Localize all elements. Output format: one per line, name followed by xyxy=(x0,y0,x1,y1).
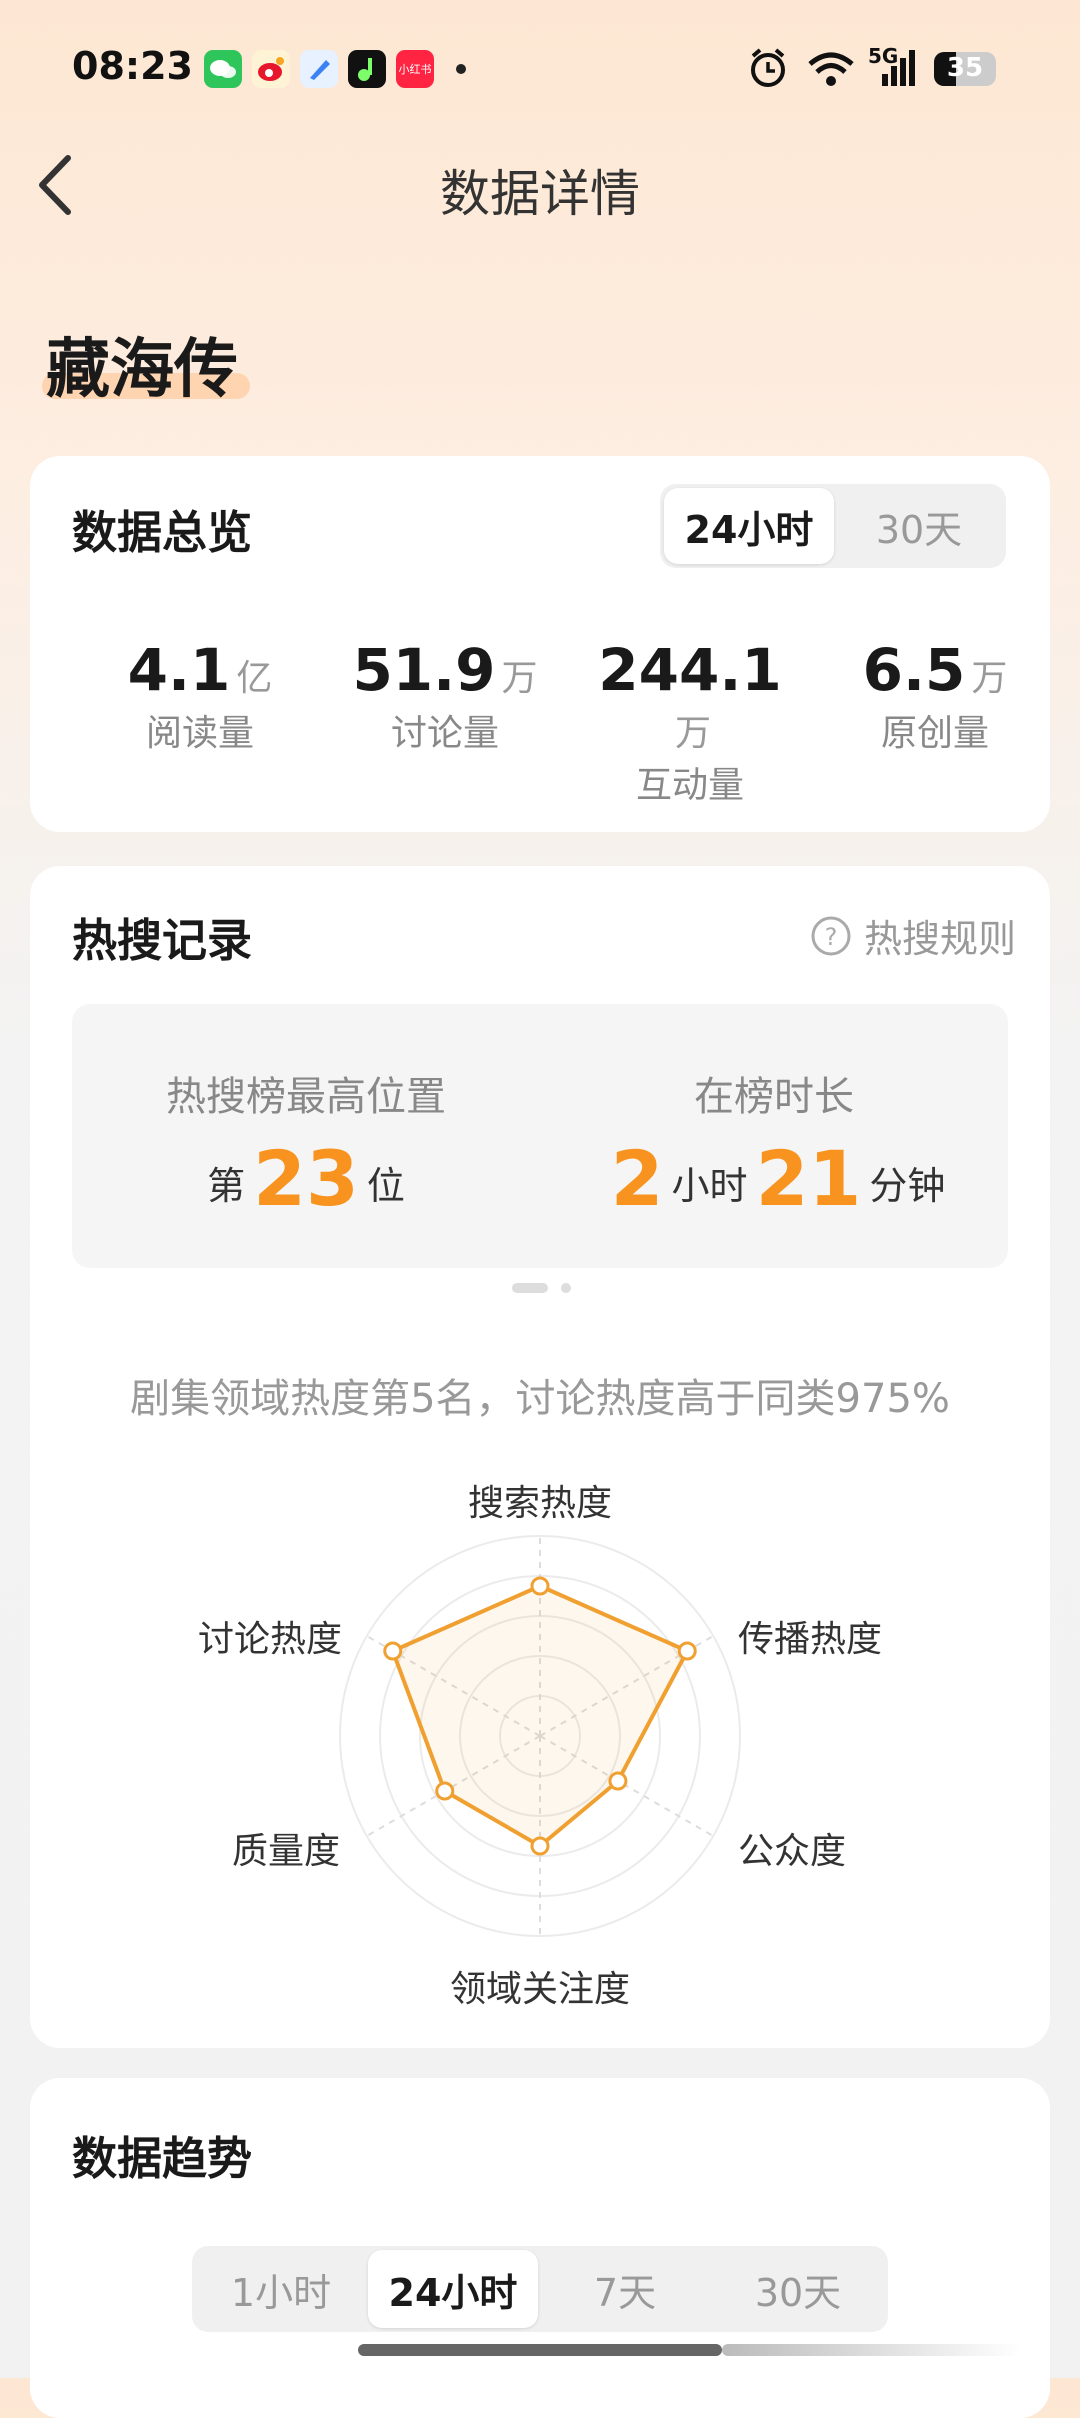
rank-number: 23 xyxy=(253,1134,359,1223)
radar-point xyxy=(608,1771,628,1791)
duration-minutes: 21 xyxy=(755,1134,862,1223)
hours-unit: 小时 xyxy=(671,1164,748,1208)
overview-range-tabs: 24小时 30天 xyxy=(660,484,1006,568)
duration-value: 2 小时 21 分钟 xyxy=(540,1134,1008,1223)
notification-dot-icon xyxy=(456,64,466,74)
radar-area xyxy=(390,1584,690,1848)
svg-text:?: ? xyxy=(825,923,838,951)
stat-interactions: 244.1 万 互动量 xyxy=(580,636,800,808)
duration-label: 在榜时长 xyxy=(694,1074,854,1120)
home-indicator-fade xyxy=(722,2344,1022,2356)
hot-rules-label: 热搜规则 xyxy=(863,917,1016,961)
radar-point xyxy=(435,1781,455,1801)
tab-24h[interactable]: 24小时 xyxy=(368,2250,538,2328)
stat-label: 讨论量 xyxy=(390,713,499,754)
rank-suffix: 位 xyxy=(366,1164,405,1208)
hot-search-stats-box: 热搜榜最高位置 第 23 位 在榜时长 2 小时 21 分钟 xyxy=(72,1004,1008,1268)
stat-label: 原创量 xyxy=(880,713,989,754)
trend-title: 数据趋势 xyxy=(72,2132,253,2185)
signal-icon xyxy=(882,50,915,86)
tab-30d[interactable]: 30天 xyxy=(836,488,1002,564)
stat-unit: 万 xyxy=(971,658,1008,699)
status-time: 08:23 xyxy=(72,44,193,88)
stat-originals: 6.5 万 原创量 xyxy=(825,636,1045,756)
highest-position-value: 第 23 位 xyxy=(72,1134,540,1223)
radar-point xyxy=(530,1836,550,1856)
home-indicator[interactable] xyxy=(358,2344,722,2356)
minutes-unit: 分钟 xyxy=(869,1164,946,1208)
trend-range-tabs: 1小时 24小时 7天 30天 xyxy=(192,2246,888,2332)
stat-discussions: 51.9 万 讨论量 xyxy=(335,636,555,756)
rank-prefix: 第 xyxy=(207,1164,246,1208)
battery-level: 35 xyxy=(946,53,984,83)
stat-unit: 万 xyxy=(674,713,711,754)
hot-search-card: 热搜记录 ? 热搜规则 热搜榜最高位置 第 23 位 在榜时长 2 小时 21 分钟 剧集… xyxy=(30,866,1050,2048)
stat-value: 244.1 xyxy=(598,636,782,704)
stat-unit: 万 xyxy=(501,658,538,699)
hot-summary: 剧集领域热度第5名，讨论热度高于同类975% xyxy=(130,1376,950,1422)
page-indicator xyxy=(512,1278,572,1297)
stat-unit: 亿 xyxy=(236,658,273,699)
radar-label-public: 公众度 xyxy=(738,1831,847,1872)
alarm-icon xyxy=(751,48,785,87)
highest-position-label: 热搜榜最高位置 xyxy=(166,1074,446,1120)
page-title: 数据详情 xyxy=(440,165,640,223)
topic-title: 藏海传 xyxy=(46,333,238,407)
hot-search-title: 热搜记录 xyxy=(72,914,253,967)
help-icon: ? xyxy=(811,916,851,955)
battery-icon: 35 xyxy=(934,52,996,86)
tab-30d[interactable]: 30天 xyxy=(712,2250,884,2328)
overview-title: 数据总览 xyxy=(72,506,253,559)
stat-value: 6.5 xyxy=(862,636,966,704)
stat-reads: 4.1 亿 阅读量 xyxy=(90,636,310,756)
stat-value: 4.1 xyxy=(127,636,231,704)
trend-card: 数据趋势 1小时 24小时 7天 30天 xyxy=(30,2078,1050,2418)
stat-label: 互动量 xyxy=(635,765,744,806)
weibo-icon xyxy=(252,50,290,88)
tab-1h[interactable]: 1小时 xyxy=(196,2250,366,2328)
overview-card: 数据总览 24小时 30天 4.1 亿 阅读量 51.9 万 讨论量 244.1万 … xyxy=(30,456,1050,832)
radar-point xyxy=(677,1641,697,1661)
tab-7d[interactable]: 7天 xyxy=(540,2250,710,2328)
hot-rules-link[interactable]: ? 热搜规则 xyxy=(810,908,1016,963)
page-dot-active xyxy=(512,1283,548,1293)
radar-point xyxy=(530,1576,550,1596)
radar-chart xyxy=(339,1535,741,1937)
stat-value: 51.9 xyxy=(352,636,496,704)
radar-label-search: 搜索热度 xyxy=(468,1483,613,1524)
stat-label: 阅读量 xyxy=(145,713,254,754)
browser-icon xyxy=(300,50,338,88)
radar-point xyxy=(383,1641,403,1661)
wechat-icon xyxy=(204,50,242,88)
wifi-icon xyxy=(808,52,854,86)
duration-hours: 2 xyxy=(610,1134,664,1223)
xiaohongshu-icon: 小红书 xyxy=(396,50,434,88)
radar-label-quality: 质量度 xyxy=(232,1831,341,1872)
music-icon xyxy=(348,50,386,88)
page-dot xyxy=(561,1283,572,1293)
tab-24h[interactable]: 24小时 xyxy=(664,488,834,564)
radar-label-discussion: 讨论热度 xyxy=(198,1619,343,1660)
radar-label-domain: 领域关注度 xyxy=(450,1969,631,2010)
radar-label-spread: 传播热度 xyxy=(738,1619,883,1660)
